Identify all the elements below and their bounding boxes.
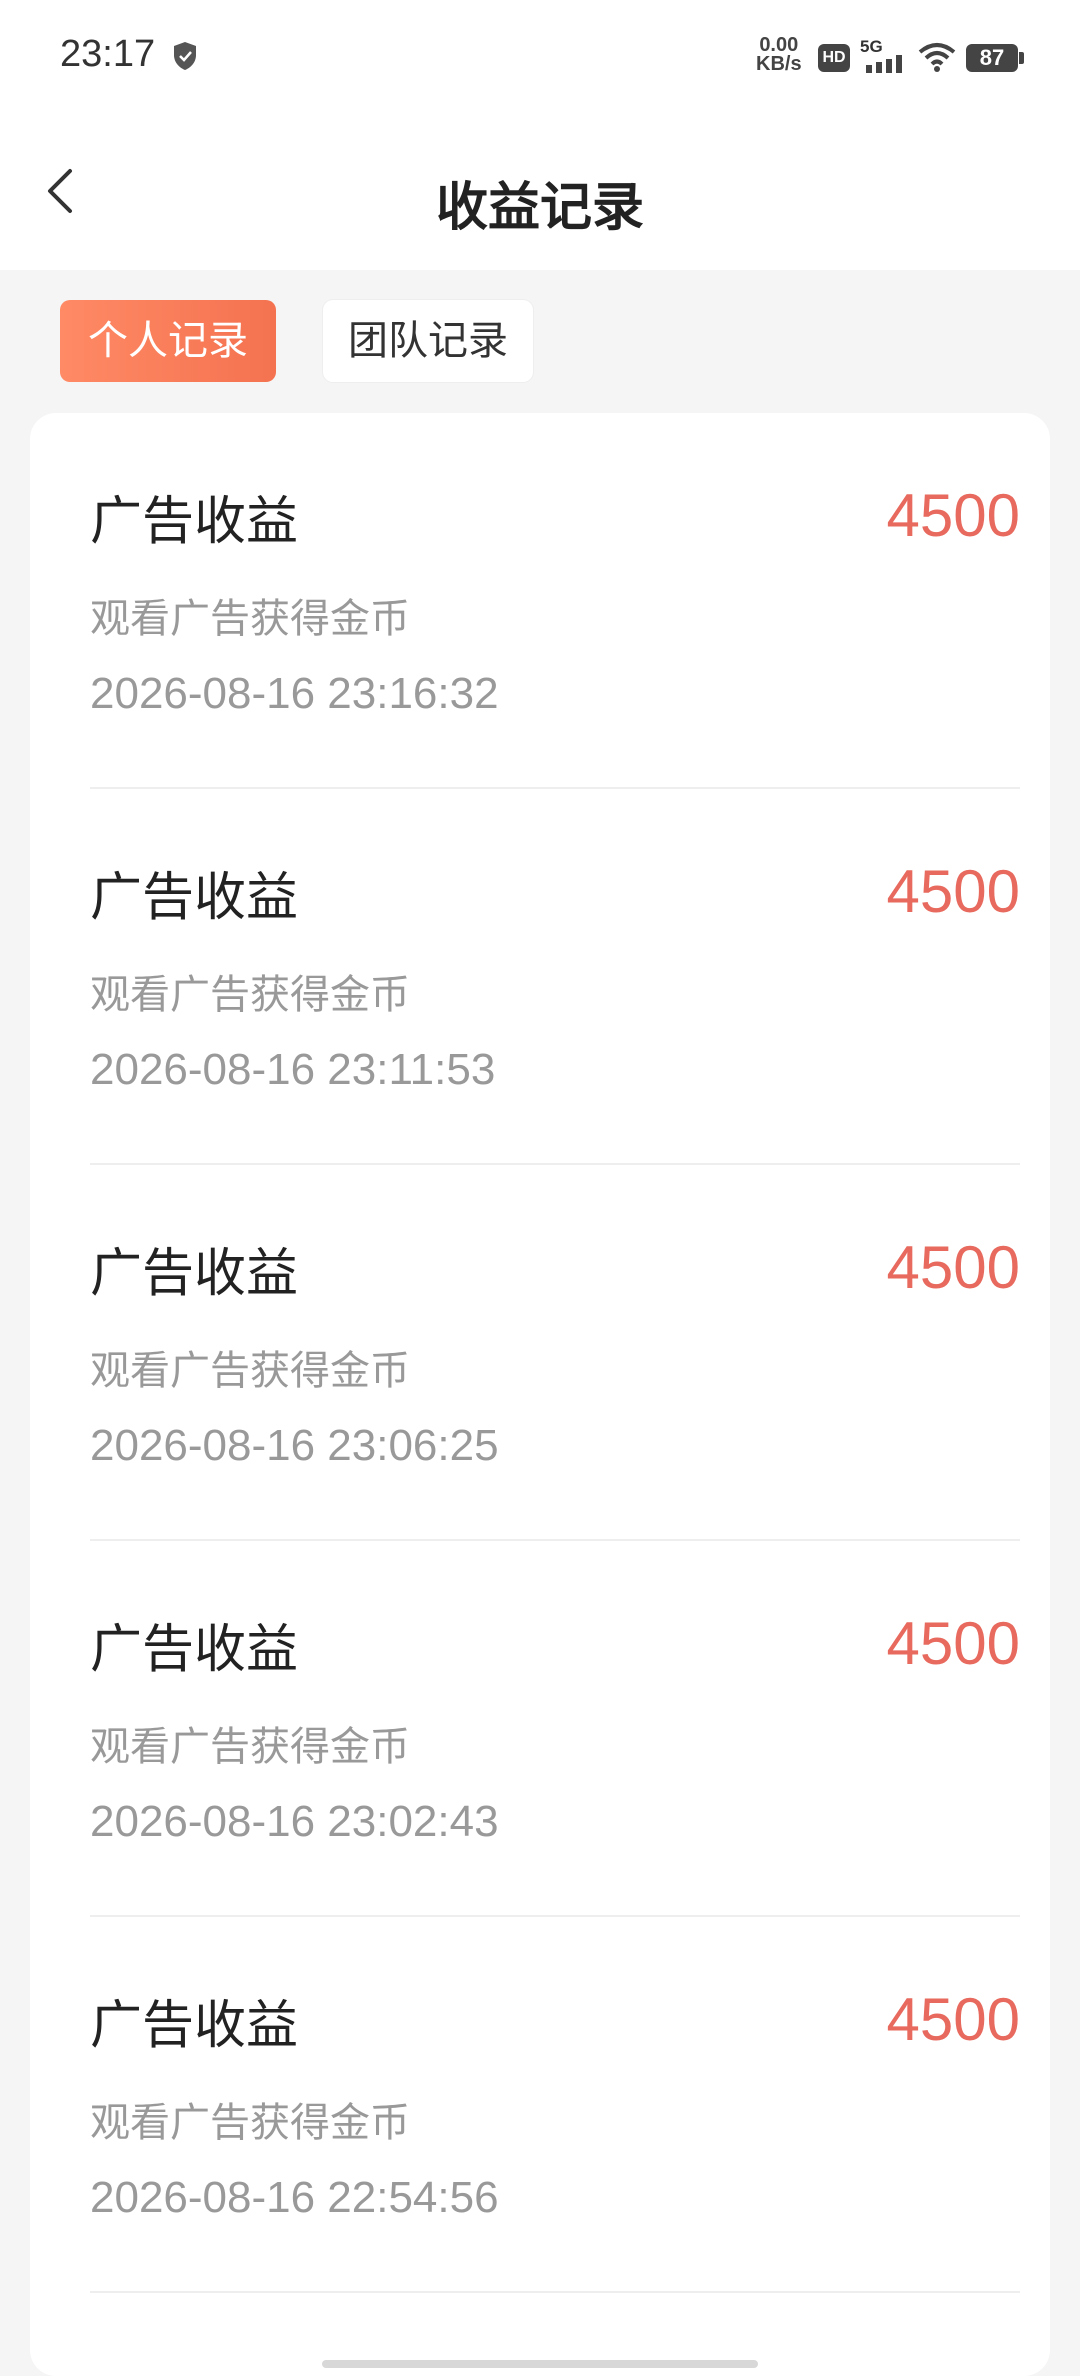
record-title: 广告收益 — [90, 1996, 299, 2056]
record-amount: 4500 — [886, 858, 1020, 925]
record-timestamp: 2026-08-16 23:11:53 — [90, 1045, 496, 1094]
record-timestamp: 2026-08-16 22:54:56 — [90, 2173, 499, 2222]
record-description: 观看广告获得金币 — [90, 1724, 410, 1770]
home-indicator[interactable] — [322, 2360, 758, 2368]
record-title: 广告收益 — [90, 492, 299, 552]
record-description: 观看广告获得金币 — [90, 972, 410, 1018]
shield-icon — [174, 42, 196, 70]
record-title: 广告收益 — [90, 1244, 299, 1304]
divider — [90, 2291, 1020, 2293]
list-item: 广告收益 4500 观看广告获得金币 2026-08-16 23:06:25 — [90, 1165, 1020, 1541]
record-description: 观看广告获得金币 — [90, 2100, 410, 2146]
network-speed: 0.00 KB/s — [756, 35, 802, 75]
nav-bar: 收益记录 — [0, 115, 1080, 270]
battery-icon: 87 — [966, 44, 1018, 72]
list-item: 广告收益 4500 观看广告获得金币 2026-08-16 23:16:32 — [90, 413, 1020, 789]
record-description: 观看广告获得金币 — [90, 596, 410, 642]
record-timestamp: 2026-08-16 23:06:25 — [90, 1421, 499, 1470]
record-amount: 4500 — [886, 1234, 1020, 1301]
hd-icon: HD — [818, 44, 850, 72]
record-timestamp: 2026-08-16 23:16:32 — [90, 669, 499, 718]
records-list: 广告收益 4500 观看广告获得金币 2026-08-16 23:16:32 广… — [30, 413, 1050, 2376]
battery-cap — [1019, 52, 1024, 64]
record-title: 广告收益 — [90, 868, 299, 928]
signal-bars-icon — [866, 55, 902, 73]
status-time: 23:17 — [60, 33, 156, 75]
record-description: 观看广告获得金币 — [90, 1348, 410, 1394]
record-title: 广告收益 — [90, 1620, 299, 1680]
wifi-icon — [918, 43, 956, 72]
network-speed-unit: KB/s — [756, 53, 802, 75]
list-item: 广告收益 4500 观看广告获得金币 2026-08-16 22:54:56 — [90, 1917, 1020, 2293]
list-item: 广告收益 4500 观看广告获得金币 2026-08-16 23:11:53 — [90, 789, 1020, 1165]
record-amount: 4500 — [886, 1610, 1020, 1677]
tab-personal-records[interactable]: 个人记录 — [60, 300, 276, 382]
record-amount: 4500 — [886, 482, 1020, 549]
record-amount: 4500 — [886, 1986, 1020, 2053]
page-title: 收益记录 — [435, 178, 644, 238]
tab-team-records[interactable]: 团队记录 — [323, 300, 533, 382]
list-item: 广告收益 4500 观看广告获得金币 2026-08-16 23:02:43 — [90, 1541, 1020, 1917]
network-type: 5G — [860, 37, 883, 56]
record-timestamp: 2026-08-16 23:02:43 — [90, 1797, 499, 1846]
signal-5g-icon: 5G — [860, 37, 908, 73]
status-bar: 23:17 0.00 KB/s HD 5G 87 — [0, 0, 1080, 115]
